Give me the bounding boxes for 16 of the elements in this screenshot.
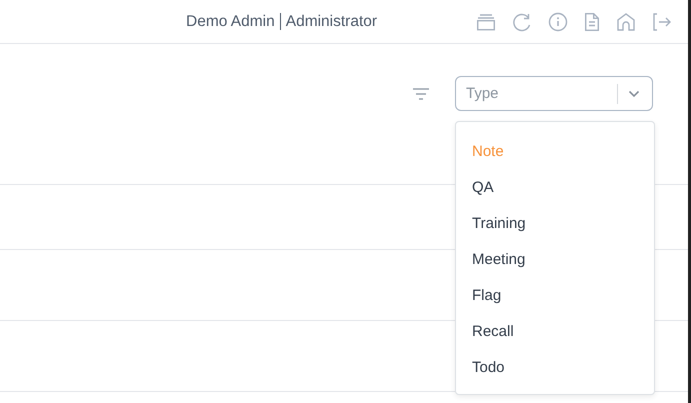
refresh-icon[interactable] (512, 12, 532, 32)
dropdown-option[interactable]: Meeting (456, 242, 654, 278)
home-icon[interactable] (616, 12, 636, 32)
dropdown-option[interactable]: Flag (456, 278, 654, 314)
info-icon[interactable] (548, 12, 568, 32)
dropdown-option[interactable]: Recall (456, 314, 654, 350)
filter-icon[interactable] (412, 88, 430, 100)
user-name: Demo Admin (186, 12, 275, 30)
dropdown-option[interactable]: Todo (456, 350, 654, 386)
dropdown-option[interactable]: QA (456, 170, 654, 206)
chevron-down-icon (628, 90, 640, 98)
document-icon[interactable] (584, 12, 600, 32)
logout-icon[interactable] (652, 12, 672, 32)
user-role: Administrator (286, 12, 378, 30)
tray-icon[interactable] (476, 12, 496, 30)
dropdown-option[interactable]: Training (456, 206, 654, 242)
